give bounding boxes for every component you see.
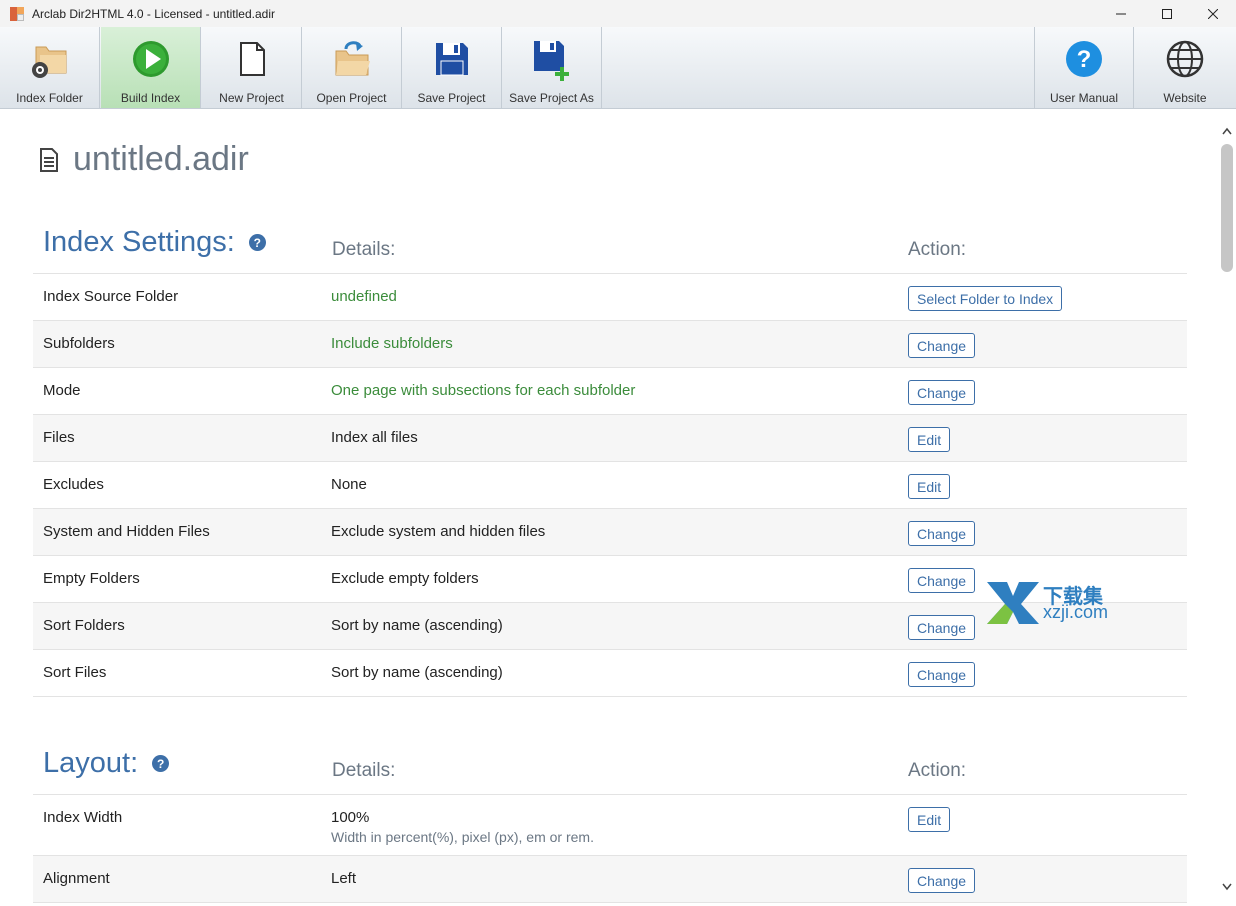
website-label: Website (1163, 91, 1207, 105)
window-title: Arclab Dir2HTML 4.0 - Licensed - untitle… (32, 6, 275, 21)
toolbar: Index Folder Build Index New Project Ope… (0, 27, 1236, 109)
change-alignment-button[interactable]: Change (908, 868, 976, 893)
build-index-button[interactable]: Build Index (101, 27, 201, 108)
layout-action-header: Action: (908, 760, 967, 781)
floppy-icon (435, 43, 468, 76)
change-sort-folders-button[interactable]: Change (908, 615, 976, 640)
index-settings-title: Index Settings: ? (43, 226, 266, 259)
index-settings-action-header: Action: (908, 239, 967, 260)
play-icon (132, 41, 169, 77)
table-row: Subfolders Include subfolders Change (33, 321, 1187, 368)
document-icon (40, 147, 58, 172)
save-project-label: Save Project (417, 91, 486, 105)
layout-details-header: Details: (332, 760, 396, 781)
change-empty-folders-button[interactable]: Change (908, 568, 976, 593)
open-folder-icon (335, 41, 370, 76)
table-row: Excludes None Edit (33, 462, 1187, 509)
floppy-plus-icon (533, 41, 569, 81)
new-project-label: New Project (219, 91, 284, 105)
open-project-button[interactable]: Open Project (302, 27, 402, 108)
user-manual-label: User Manual (1049, 91, 1119, 105)
edit-files-button[interactable]: Edit (908, 427, 951, 452)
table-row: Alignment Left Change (33, 856, 1187, 903)
open-project-label: Open Project (316, 91, 387, 105)
select-folder-button[interactable]: Select Folder to Index (908, 286, 1063, 311)
build-index-label: Build Index (120, 91, 181, 105)
index-settings-table: Index Source Folder undefined Select Fol… (33, 273, 1187, 697)
title-bar: Arclab Dir2HTML 4.0 - Licensed - untitle… (0, 0, 1236, 27)
globe-icon (1166, 40, 1204, 78)
index-settings-help-icon[interactable]: ? (248, 234, 266, 251)
minimize-icon (1116, 13, 1126, 14)
index-folder-label: Index Folder (16, 91, 83, 105)
layout-help-icon[interactable]: ? (152, 755, 170, 772)
chevron-up-icon (1221, 127, 1232, 134)
change-subfolders-button[interactable]: Change (908, 333, 976, 358)
scroll-up-button[interactable] (1218, 122, 1235, 139)
table-row: Sort Files Sort by name (ascending) Chan… (33, 650, 1187, 697)
table-row: Index Source Folder undefined Select Fol… (33, 274, 1187, 321)
watermark: 下载集 xzji.com (985, 580, 1125, 625)
website-button[interactable]: Website (1135, 27, 1235, 108)
new-project-button[interactable]: New Project (202, 27, 302, 108)
user-manual-button[interactable]: ? User Manual (1034, 27, 1134, 108)
save-project-as-label: Save Project As (509, 91, 594, 105)
page-title: untitled.adir (39, 140, 249, 179)
help-icon: ? (1066, 41, 1102, 77)
watermark-line2: xzji.com (1043, 602, 1109, 622)
layout-table: Index Width 100% Width in percent(%), pi… (33, 794, 1187, 903)
change-hidden-files-button[interactable]: Change (908, 521, 976, 546)
window-controls (1098, 0, 1236, 27)
new-document-icon (239, 42, 265, 76)
index-folder-icon (31, 46, 66, 78)
watermark-logo-icon (987, 582, 1039, 624)
layout-title: Layout: ? (43, 747, 170, 780)
save-project-button[interactable]: Save Project (402, 27, 502, 108)
vertical-scrollbar[interactable] (1218, 118, 1235, 906)
edit-index-width-button[interactable]: Edit (908, 807, 951, 832)
minimize-button[interactable] (1098, 0, 1144, 27)
chevron-down-icon (1221, 883, 1232, 890)
app-icon (10, 6, 24, 21)
table-row: Files Index all files Edit (33, 415, 1187, 462)
change-mode-button[interactable]: Change (908, 380, 976, 405)
maximize-button[interactable] (1144, 0, 1190, 27)
svg-text:?: ? (1077, 46, 1092, 73)
maximize-icon (1162, 8, 1172, 19)
change-sort-files-button[interactable]: Change (908, 662, 976, 687)
save-project-as-button[interactable]: Save Project As (502, 27, 602, 108)
file-title-text: untitled.adir (73, 140, 249, 178)
edit-excludes-button[interactable]: Edit (908, 474, 951, 499)
index-folder-button[interactable]: Index Folder (0, 27, 100, 108)
table-row: Index Width 100% Width in percent(%), pi… (33, 795, 1187, 856)
scroll-thumb[interactable] (1221, 144, 1233, 272)
scroll-down-button[interactable] (1218, 878, 1235, 895)
close-button[interactable] (1190, 0, 1236, 27)
index-settings-details-header: Details: (332, 239, 396, 260)
close-icon (1208, 8, 1218, 19)
table-row: System and Hidden Files Exclude system a… (33, 509, 1187, 556)
table-row: Mode One page with subsections for each … (33, 368, 1187, 415)
main-content: untitled.adir Index Settings: ? Details:… (1, 110, 1218, 906)
